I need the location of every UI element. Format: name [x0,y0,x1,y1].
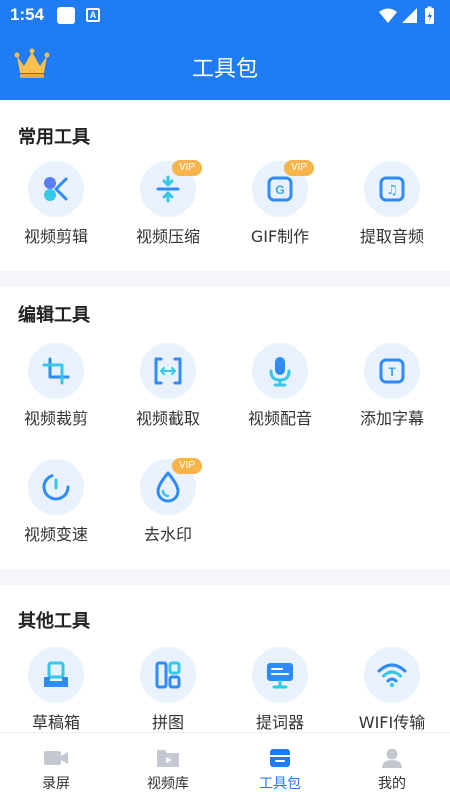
tool-label: 视频截取 [135,409,200,428]
collage-icon [155,661,181,689]
tab-profile[interactable]: 我的 [336,733,448,800]
tool-video-edit[interactable]: 视频剪辑 [0,161,112,257]
video-folder-icon [157,750,179,767]
tool-label: 视频压缩 [135,227,200,246]
tab-label: 视频库 [147,776,189,792]
crop-icon [42,357,70,385]
video-camera-icon [44,751,68,765]
tab-label: 我的 [378,776,406,792]
tool-add-subtitle[interactable]: T 添加字幕 [336,343,448,439]
tool-wifi-transfer[interactable]: WIFI传输 [336,647,448,732]
tool-video-crop[interactable]: 视频裁剪 [0,343,112,439]
microphone-icon [269,357,291,387]
app-notification-icon: A [86,8,100,22]
tab-screen-record[interactable]: 录屏 [0,733,112,800]
tool-label: 添加字幕 [359,409,424,428]
section-edit-tools: 编辑工具 视频裁剪 视频截取 视频配音 T 添加字幕 视频变速 VIP 去水印 [0,287,450,569]
tool-video-speed[interactable]: 视频变速 [0,459,112,555]
tool-collage[interactable]: 拼图 [112,647,224,732]
section-common-tools: 常用工具 视频剪辑 VIP 视频压缩 G VIP GIF制作 ♫ 提取音频 [0,101,450,271]
tool-label: 视频剪辑 [23,227,88,246]
tool-label: 拼图 [151,713,184,732]
scissors-icon [44,177,68,201]
teleprompter-icon [267,663,293,689]
tool-label: 视频裁剪 [23,409,88,428]
tool-label: GIF制作 [250,227,310,246]
tab-video-library[interactable]: 视频库 [112,733,224,800]
tool-remove-watermark[interactable]: VIP 去水印 [112,458,224,555]
tool-label: 草稿箱 [31,713,80,732]
profile-icon [382,748,402,768]
tool-label: 视频变速 [23,525,88,544]
tool-label: 提词器 [255,713,304,732]
notification-icon [57,7,75,24]
svg-text:T: T [388,365,396,379]
tool-label: 去水印 [143,525,192,544]
tab-toolbox[interactable]: 工具包 [224,733,336,800]
tool-label: WIFI传输 [358,713,426,732]
page-title: 工具包 [191,57,258,82]
tool-extract-audio[interactable]: ♫ 提取音频 [336,161,448,257]
trim-icon [154,357,182,385]
tool-label: 提取音频 [359,227,424,246]
section-title: 其他工具 [18,611,90,632]
tab-label: 录屏 [42,776,70,792]
tab-label: 工具包 [259,776,301,792]
section-title: 常用工具 [18,127,90,148]
speed-gauge-icon [42,473,70,501]
section-title: 编辑工具 [18,305,90,326]
svg-text:♫: ♫ [386,183,398,198]
tool-label: 视频配音 [247,409,312,428]
tool-drafts[interactable]: 草稿箱 [0,647,112,732]
wifi-icon [377,663,407,688]
tool-video-dubbing[interactable]: 视频配音 [224,343,336,439]
subtitle-icon: T [379,358,405,384]
drafts-box-icon [44,661,68,687]
music-note-icon: ♫ [379,176,405,202]
status-time: 1:54 [10,5,45,24]
app-header: 工具包 [0,32,450,100]
system-status-icons [379,6,434,24]
cell-signal-icon [402,8,417,23]
vip-badge: VIP [172,458,202,474]
tool-video-trim[interactable]: 视频截取 [112,343,224,439]
svg-text:G: G [275,183,284,197]
tool-video-compress[interactable]: VIP 视频压缩 [112,160,224,257]
section-other-tools: 其他工具 草稿箱 拼图 提词器 WIFI传输 [0,585,450,732]
tool-teleprompter[interactable]: 提词器 [224,647,336,732]
vip-badge: VIP [172,160,202,176]
status-bar: 1:54 A [0,0,450,32]
bottom-tab-bar: 录屏 视频库 工具包 我的 [0,732,450,800]
vip-badge: VIP [284,160,314,176]
toolbox-icon [270,749,290,767]
tool-gif-maker[interactable]: G VIP GIF制作 [224,160,336,257]
wifi-signal-icon [379,8,397,23]
